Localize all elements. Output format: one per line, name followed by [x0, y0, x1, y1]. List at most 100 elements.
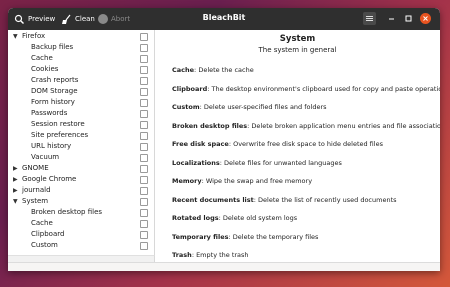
- tree-row[interactable]: ▶ Google Chrome: [8, 174, 154, 185]
- option-desc-text: Delete broken application menu entries a…: [251, 121, 440, 130]
- option-desc-text: Delete the cache: [198, 66, 254, 74]
- tree-row[interactable]: URL history: [8, 141, 154, 152]
- tree-row-label: Cache: [31, 219, 53, 227]
- tree-row-checkbox[interactable]: [140, 209, 148, 217]
- tree-row-checkbox[interactable]: [140, 121, 148, 129]
- option-name: Free disk space: [172, 140, 229, 148]
- option-name: Broken desktop files: [172, 121, 248, 130]
- tree-row-label: GNOME: [22, 164, 49, 172]
- tree-row-checkbox[interactable]: [140, 176, 148, 184]
- tree-row[interactable]: Broken desktop files: [8, 207, 154, 218]
- option-desc-text: Delete the list of recently used documen…: [258, 195, 397, 204]
- minimize-icon: [389, 18, 394, 20]
- option-name: Trash: [172, 251, 192, 259]
- tree-row-label: Session restore: [31, 120, 85, 128]
- tree-row[interactable]: DOM Storage: [8, 86, 154, 97]
- option-description: Free disk space: Overwrite free disk spa…: [172, 140, 383, 148]
- tree-row-label: URL history: [31, 142, 72, 150]
- cleaner-tree: ▼ Firefox Backup files Cache Cookies Crash re…: [8, 30, 155, 255]
- tree-row[interactable]: Form history: [8, 97, 154, 108]
- status-bar: [8, 262, 440, 271]
- tree-row-checkbox[interactable]: [140, 33, 148, 41]
- tree-row-checkbox[interactable]: [140, 55, 148, 63]
- tree-row-label: Cache: [31, 54, 53, 62]
- tree-row-label: Firefox: [22, 32, 46, 40]
- tree-row[interactable]: Cache: [8, 218, 154, 229]
- expander-collapsed-icon[interactable]: ▶: [13, 174, 18, 185]
- tree-row-checkbox[interactable]: [140, 187, 148, 195]
- detail-title: System: [279, 34, 316, 44]
- option-description: Cache: Delete the cache: [172, 66, 254, 74]
- tree-row[interactable]: ▶ journald: [8, 185, 154, 196]
- option-name: Clipboard: [172, 84, 208, 93]
- tree-row-label: System: [22, 197, 49, 205]
- tree-row[interactable]: ▼ Firefox: [8, 31, 154, 42]
- maximize-button[interactable]: [403, 13, 414, 24]
- option-description: Temporary files: Delete the temporary fi…: [172, 232, 319, 241]
- tree-row-checkbox[interactable]: [140, 66, 148, 74]
- tree-row[interactable]: Site preferences: [8, 130, 154, 141]
- expander-collapsed-icon[interactable]: ▶: [13, 185, 18, 196]
- option-desc-text: Delete the temporary files: [232, 232, 319, 241]
- hamburger-menu-icon: [366, 16, 373, 17]
- tree-row[interactable]: Cookies: [8, 64, 154, 75]
- tree-row-label: Form history: [31, 98, 75, 106]
- option-desc-text: Delete user-specified files and folders: [203, 103, 327, 111]
- option-desc-text: Wipe the swap and free memory: [205, 177, 313, 185]
- tree-row[interactable]: Custom: [8, 240, 154, 251]
- option-description: Broken desktop files: Delete broken appl…: [172, 122, 440, 130]
- close-button[interactable]: [420, 13, 431, 24]
- tree-row-checkbox[interactable]: [140, 132, 148, 140]
- bleachbit-window: Preview Clean Abort BleachBit ▼ Firefox …: [8, 8, 440, 271]
- tree-row-checkbox[interactable]: [140, 165, 148, 173]
- expander-expanded-icon[interactable]: ▼: [13, 31, 18, 42]
- tree-row-checkbox[interactable]: [140, 77, 148, 85]
- tree-row-label: Cookies: [31, 65, 59, 73]
- hamburger-menu-button[interactable]: [363, 12, 376, 25]
- tree-row-label: Crash reports: [31, 76, 79, 84]
- tree-row-label: Broken desktop files: [31, 208, 103, 216]
- tree-row-checkbox[interactable]: [140, 110, 148, 118]
- maximize-icon: [405, 15, 412, 22]
- tree-row[interactable]: Session restore: [8, 119, 154, 130]
- close-icon: [423, 16, 428, 21]
- tree-row[interactable]: Vacuum: [8, 152, 154, 163]
- option-name: Custom: [172, 103, 200, 111]
- header-bar: Preview Clean Abort BleachBit: [8, 8, 440, 30]
- tree-row[interactable]: Clipboard: [8, 229, 154, 240]
- detail-pane: System The system in general Cache: Dele…: [155, 30, 440, 271]
- option-name: Memory: [172, 177, 202, 185]
- option-description: Localizations: Delete files for unwanted…: [172, 158, 342, 167]
- tree-row[interactable]: Passwords: [8, 108, 154, 119]
- tree-row-checkbox[interactable]: [140, 198, 148, 206]
- tree-row-checkbox[interactable]: [140, 231, 148, 239]
- option-desc-text: Overwrite free disk space to hide delete…: [233, 140, 383, 148]
- tree-row-label: journald: [22, 186, 51, 194]
- option-name: Temporary files: [172, 232, 229, 241]
- tree-row-label: Google Chrome: [22, 175, 77, 183]
- tree-row-label: Backup files: [31, 43, 74, 51]
- tree-row-label: Clipboard: [31, 230, 65, 238]
- option-name: Localizations: [172, 158, 220, 167]
- tree-row[interactable]: Cache: [8, 53, 154, 64]
- tree-row-checkbox[interactable]: [140, 242, 148, 250]
- tree-row-checkbox[interactable]: [140, 88, 148, 96]
- minimize-button[interactable]: [386, 13, 397, 24]
- option-description: Recent documents list: Delete the list o…: [172, 195, 397, 204]
- tree-row-label: Site preferences: [31, 131, 89, 139]
- tree-row-checkbox[interactable]: [140, 99, 148, 107]
- tree-row-checkbox[interactable]: [140, 44, 148, 52]
- option-desc-text: Delete old system logs: [222, 214, 298, 222]
- tree-row[interactable]: ▶ GNOME: [8, 163, 154, 174]
- tree-row-checkbox[interactable]: [140, 143, 148, 151]
- option-description: Memory: Wipe the swap and free memory: [172, 177, 313, 185]
- expander-expanded-icon[interactable]: ▼: [13, 196, 18, 207]
- tree-row-checkbox[interactable]: [140, 154, 148, 162]
- tree-row[interactable]: ▼ System: [8, 196, 154, 207]
- expander-collapsed-icon[interactable]: ▶: [13, 163, 18, 174]
- tree-row-label: Passwords: [31, 109, 68, 117]
- tree-row[interactable]: Crash reports: [8, 75, 154, 86]
- tree-row[interactable]: Backup files: [8, 42, 154, 53]
- tree-row-checkbox[interactable]: [140, 220, 148, 228]
- tree-row-label: DOM Storage: [31, 87, 78, 95]
